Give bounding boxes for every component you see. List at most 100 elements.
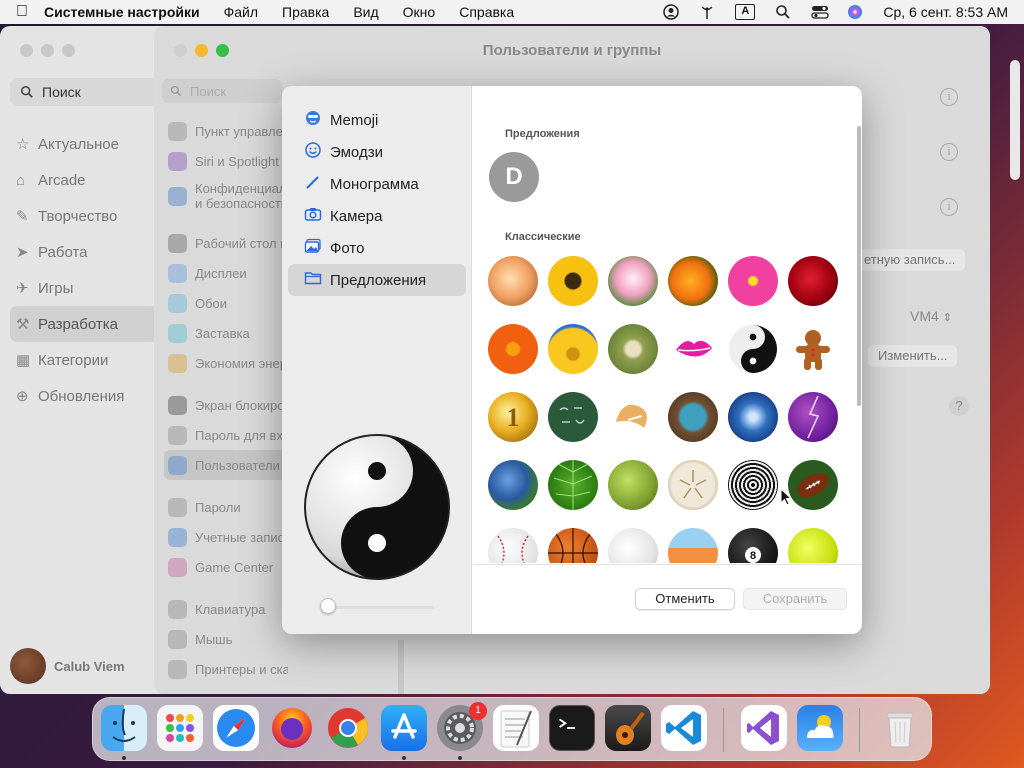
siri-icon[interactable]	[847, 4, 863, 20]
dock-firefox-icon[interactable]	[269, 705, 315, 751]
help-button[interactable]: ?	[949, 396, 969, 416]
picture-surfboard[interactable]	[668, 528, 718, 563]
menu-help[interactable]: Справка	[459, 4, 514, 20]
picture-red-rose[interactable]	[788, 256, 838, 306]
dock-textedit-icon[interactable]	[493, 705, 539, 751]
picture-golf-ball[interactable]	[608, 528, 658, 563]
picture-sunflower-sky[interactable]	[548, 324, 598, 374]
picture-sand-dollar[interactable]	[668, 460, 718, 510]
account-row[interactable]: Calub Viem	[10, 648, 125, 684]
source-camera[interactable]: Камера	[282, 200, 472, 232]
sidebar-item-internet-accounts[interactable]: Учетные записи	[168, 522, 288, 552]
zoom-slider-knob[interactable]	[320, 598, 336, 614]
pictures-scrollbar[interactable]	[857, 126, 861, 406]
picture-lipstick-kiss[interactable]	[668, 324, 718, 374]
picture-earth[interactable]	[488, 460, 538, 510]
sidebar-item-categories[interactable]: ▦ Категории	[14, 342, 154, 378]
sidebar-item-mouse[interactable]: Мышь	[168, 624, 288, 654]
account-button[interactable]: етную запись...	[854, 249, 966, 271]
picture-lotus[interactable]	[608, 256, 658, 306]
menu-app-name[interactable]: Системные настройки	[44, 4, 200, 20]
picture-pink-flower[interactable]	[728, 256, 778, 306]
source-photos[interactable]: Фото	[282, 232, 472, 264]
antenna-icon[interactable]	[699, 4, 715, 20]
menu-edit[interactable]: Правка	[282, 4, 329, 20]
dock-weather-icon[interactable]	[797, 705, 843, 751]
sidebar-item-users-groups[interactable]: Пользователи и группы	[164, 450, 288, 480]
menu-view[interactable]: Вид	[353, 4, 378, 20]
change-button[interactable]: Изменить...	[868, 345, 958, 367]
spotlight-search-icon[interactable]	[775, 4, 791, 20]
dock-terminal-icon[interactable]	[549, 705, 595, 751]
close-button[interactable]	[20, 44, 33, 57]
sidebar-item-desktop-dock[interactable]: Рабочий стол и Dock	[168, 228, 288, 258]
picture-poppy[interactable]	[668, 256, 718, 306]
sidebar-item-passwords[interactable]: Пароли	[168, 492, 288, 522]
scrollbar[interactable]	[1010, 60, 1020, 180]
sidebar-item-create[interactable]: ✎ Творчество	[14, 198, 154, 234]
dock-launchpad-icon[interactable]	[157, 705, 203, 751]
dock-garageband-icon[interactable]	[605, 705, 651, 751]
sidebar-item-displays[interactable]: Дисплеи	[168, 258, 288, 288]
dock-chrome-icon[interactable]	[325, 705, 371, 751]
menu-clock[interactable]: Ср, 6 сент. 8:53 AM	[883, 4, 1008, 20]
picture-baseball[interactable]	[488, 528, 538, 563]
sidebar-item-energy[interactable]: Экономия энергии	[168, 348, 288, 378]
dock-finder-icon[interactable]	[101, 705, 147, 751]
vm-select[interactable]: VM4 ⇕	[910, 308, 952, 324]
picture-yin-yang[interactable]	[728, 324, 778, 374]
info-icon[interactable]: i	[940, 88, 958, 106]
sidebar-item-screensaver[interactable]: Заставка	[168, 318, 288, 348]
picture-tennis-ball[interactable]	[788, 528, 838, 563]
picture-gingerbread[interactable]	[788, 324, 838, 374]
zoom-button[interactable]	[62, 44, 75, 57]
apple-menu-icon[interactable]: 	[0, 3, 44, 21]
control-center-icon[interactable]	[811, 4, 829, 20]
source-suggestions[interactable]: Предложения	[288, 264, 466, 296]
search-field[interactable]: Поиск	[10, 78, 158, 106]
picture-rose-yellow[interactable]	[488, 256, 538, 306]
picture-chalkboard[interactable]	[548, 392, 598, 442]
sidebar-item-work[interactable]: ➤ Работа	[14, 234, 154, 270]
picture-orange-daisy[interactable]	[488, 324, 538, 374]
settings-search-input[interactable]: Поиск	[162, 79, 282, 103]
source-emoji[interactable]: Эмодзи	[282, 136, 472, 168]
picture-sunflower[interactable]	[548, 256, 598, 306]
dock-visual-studio-icon[interactable]	[741, 705, 787, 751]
sidebar-item-updates[interactable]: ⊕ Обновления	[14, 378, 154, 414]
sidebar-item-game-center[interactable]: Game Center	[168, 552, 288, 582]
dock-safari-icon[interactable]	[213, 705, 259, 751]
sidebar-item-featured[interactable]: ☆ Актуальное	[14, 126, 154, 162]
sidebar-item-privacy[interactable]: Конфиденциальность и безопасность	[168, 176, 288, 216]
sidebar-item-arcade[interactable]: ⌂ Arcade	[14, 162, 154, 198]
sidebar-item-wallpaper[interactable]: Обои	[168, 288, 288, 318]
dock-vscode-icon[interactable]	[661, 705, 707, 751]
sidebar-item-games[interactable]: ✈ Игры	[14, 270, 154, 306]
menu-window[interactable]: Окно	[403, 4, 436, 20]
picture-fortune-cookie[interactable]	[608, 392, 658, 442]
picture-dandelion[interactable]	[608, 324, 658, 374]
picture-leaf[interactable]	[548, 460, 598, 510]
picture-football[interactable]	[788, 460, 838, 510]
picture-lightning[interactable]	[788, 392, 838, 442]
cancel-button[interactable]: Отменить	[635, 588, 735, 610]
sidebar-item-keyboard[interactable]: Клавиатура	[168, 594, 288, 624]
minimize-button[interactable]	[41, 44, 54, 57]
dock-app-store-icon[interactable]	[381, 705, 427, 751]
picture-eight-ball[interactable]: 8	[728, 528, 778, 563]
menu-file[interactable]: Файл	[224, 4, 258, 20]
picture-basketball[interactable]	[548, 528, 598, 563]
picture-birds-nest[interactable]	[668, 392, 718, 442]
sidebar-item-printers[interactable]: Принтеры и сканеры	[168, 654, 288, 684]
monogram-suggestion[interactable]: D	[489, 152, 539, 202]
sidebar-item-control-center[interactable]: Пункт управления	[168, 116, 288, 146]
dock-trash-icon[interactable]	[877, 705, 923, 751]
input-source-icon[interactable]: A	[735, 4, 756, 20]
sidebar-item-login-password[interactable]: Пароль для входа	[168, 420, 288, 450]
picture-gold-coin[interactable]: 1	[488, 392, 538, 442]
source-memoji[interactable]: Memoji	[282, 104, 472, 136]
user-account-icon[interactable]	[663, 4, 680, 20]
sidebar-item-siri[interactable]: Siri и Spotlight	[168, 146, 288, 176]
info-icon[interactable]: i	[940, 143, 958, 161]
sidebar-item-lock-screen[interactable]: Экран блокировки	[168, 390, 288, 420]
